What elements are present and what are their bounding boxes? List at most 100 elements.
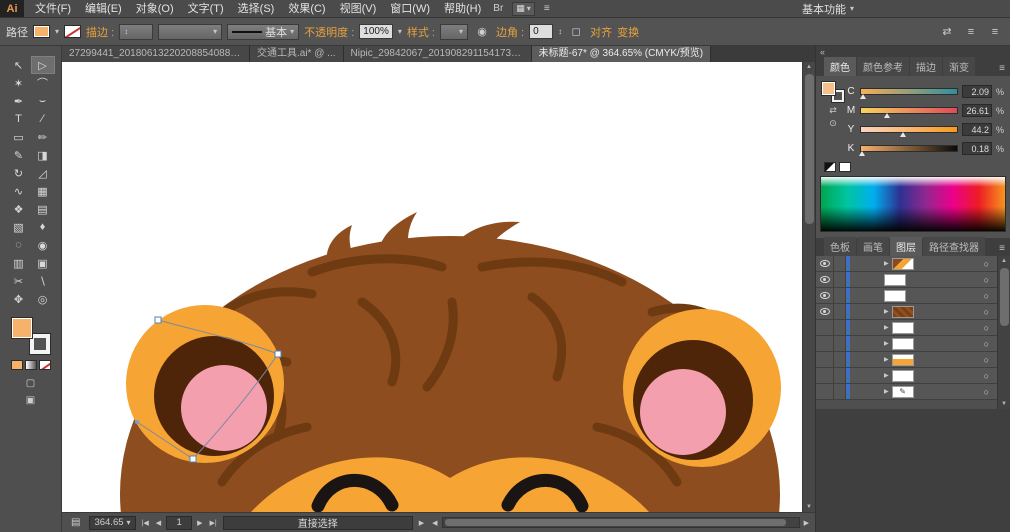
expand-arrow-icon[interactable]: ▶ bbox=[884, 324, 889, 331]
panel-menu-icon[interactable]: ≡ bbox=[986, 24, 1004, 40]
caret-down-icon[interactable]: ▾ bbox=[398, 27, 402, 36]
layer-thumbnail[interactable] bbox=[884, 290, 906, 302]
lion-illustration[interactable] bbox=[120, 212, 781, 512]
layers-scroll-thumb[interactable] bbox=[1000, 268, 1009, 326]
menu-item[interactable]: 视图(V) bbox=[333, 0, 384, 18]
slider-thumb[interactable] bbox=[860, 94, 866, 99]
color-button[interactable] bbox=[11, 360, 23, 370]
artboard-tool[interactable]: ▣ bbox=[31, 254, 55, 272]
target-circle-icon[interactable]: ○ bbox=[984, 339, 989, 349]
fill-swatch[interactable] bbox=[12, 318, 32, 338]
zoom-menu-icon[interactable]: ≡ bbox=[539, 3, 555, 14]
corner-type-icon[interactable]: ◻ bbox=[567, 24, 585, 40]
slider-value-M[interactable]: 26.61 bbox=[962, 104, 992, 117]
document-tab[interactable]: 交通工具.ai* @ ... bbox=[250, 46, 344, 62]
expand-arrow-icon[interactable]: ▶ bbox=[884, 308, 889, 315]
corner-radius-field[interactable]: 0 bbox=[529, 24, 553, 39]
layer-row[interactable]: ▶○ bbox=[816, 368, 997, 384]
color-spectrum[interactable] bbox=[820, 176, 1006, 232]
layer-row[interactable]: ▶○ bbox=[816, 320, 997, 336]
visibility-toggle[interactable] bbox=[816, 304, 834, 319]
fill-swatch[interactable] bbox=[822, 82, 835, 95]
slider-track-C[interactable] bbox=[860, 88, 958, 95]
menu-item[interactable]: 窗口(W) bbox=[383, 0, 437, 18]
status-options-button[interactable]: ▶ bbox=[417, 519, 426, 527]
lock-column[interactable] bbox=[834, 352, 846, 367]
stroke-weight-dropdown[interactable]: ↕ bbox=[119, 24, 153, 40]
stroke-style-dropdown[interactable]: 基本 ▾ bbox=[227, 24, 299, 40]
line-segment-tool[interactable]: ∕ bbox=[31, 110, 55, 128]
visibility-toggle[interactable] bbox=[816, 256, 834, 271]
panel-tab[interactable]: 渐变 bbox=[943, 57, 975, 76]
isolate-icon[interactable]: ⇄ bbox=[938, 24, 956, 40]
visibility-toggle[interactable] bbox=[816, 384, 834, 399]
caret-down-icon[interactable]: ▾ bbox=[55, 27, 59, 36]
brush-definition-dropdown[interactable]: ▾ bbox=[158, 24, 222, 40]
rectangle-tool[interactable]: ▭ bbox=[7, 128, 31, 146]
panel-tab[interactable]: 颜色 bbox=[824, 57, 856, 76]
layer-row[interactable]: ▶○ bbox=[816, 304, 997, 320]
visibility-toggle[interactable] bbox=[816, 272, 834, 287]
layer-thumbnail[interactable] bbox=[892, 258, 914, 270]
lock-column[interactable] bbox=[834, 304, 846, 319]
layer-thumbnail[interactable] bbox=[884, 274, 906, 286]
slider-value-Y[interactable]: 44.2 bbox=[962, 123, 992, 136]
target-circle-icon[interactable]: ○ bbox=[984, 275, 989, 285]
last-artboard-button[interactable]: ▶| bbox=[208, 519, 219, 527]
lock-column[interactable] bbox=[834, 368, 846, 383]
lock-column[interactable] bbox=[834, 288, 846, 303]
layer-row[interactable]: ▶○ bbox=[816, 336, 997, 352]
expand-arrow-icon[interactable]: ▶ bbox=[884, 260, 889, 267]
panel-tab[interactable]: 色板 bbox=[824, 237, 856, 256]
visibility-toggle[interactable] bbox=[816, 336, 834, 351]
scale-tool[interactable]: ◿ bbox=[31, 164, 55, 182]
panel-tab[interactable]: 画笔 bbox=[857, 237, 889, 256]
lock-column[interactable] bbox=[834, 272, 846, 287]
direct-selection-tool[interactable]: ▷ bbox=[31, 56, 55, 74]
layer-thumbnail[interactable] bbox=[892, 354, 914, 366]
gradient-tool[interactable]: ▧ bbox=[7, 218, 31, 236]
target-circle-icon[interactable]: ○ bbox=[984, 323, 989, 333]
fill-stroke-indicator[interactable] bbox=[12, 318, 50, 354]
arrange-documents-dropdown[interactable]: ▦ ▾ bbox=[512, 2, 535, 16]
black-white-swatch[interactable] bbox=[824, 162, 836, 172]
layer-thumbnail[interactable] bbox=[892, 338, 914, 350]
style-dropdown[interactable]: ▾ bbox=[440, 24, 468, 40]
vertical-scrollbar[interactable]: ▲ ▼ bbox=[802, 62, 815, 512]
horizontal-scroll-thumb[interactable] bbox=[445, 519, 787, 526]
scroll-left-button[interactable]: ◀ bbox=[430, 519, 439, 527]
selection-tool[interactable]: ↖ bbox=[7, 56, 31, 74]
layer-thumbnail[interactable] bbox=[892, 306, 914, 318]
target-circle-icon[interactable]: ○ bbox=[984, 387, 989, 397]
anchor-point[interactable] bbox=[155, 317, 161, 323]
fill-stroke-indicator-small[interactable] bbox=[822, 82, 844, 102]
hand-tool[interactable]: ✥ bbox=[7, 290, 31, 308]
next-artboard-button[interactable]: ▶ bbox=[195, 519, 204, 527]
anchor-point[interactable] bbox=[190, 456, 196, 462]
rotate-tool[interactable]: ↻ bbox=[7, 164, 31, 182]
first-artboard-button[interactable]: |◀ bbox=[140, 519, 151, 527]
corner-label[interactable]: 边角 : bbox=[496, 24, 524, 40]
canvas[interactable]: ▲ ▼ bbox=[62, 62, 815, 512]
transform-link[interactable]: 变换 bbox=[617, 24, 639, 40]
layer-thumbnail[interactable] bbox=[892, 322, 914, 334]
target-circle-icon[interactable]: ○ bbox=[984, 291, 989, 301]
type-tool[interactable]: T bbox=[7, 110, 31, 128]
layer-row[interactable]: ○ bbox=[816, 288, 997, 304]
stroke-color-swatch[interactable] bbox=[64, 25, 81, 38]
layer-thumbnail[interactable] bbox=[892, 370, 914, 382]
pencil-tool[interactable]: ✎ bbox=[7, 146, 31, 164]
lock-column[interactable] bbox=[834, 256, 846, 271]
blend-tool[interactable]: ◌ bbox=[7, 236, 31, 254]
scroll-up-icon[interactable]: ▲ bbox=[806, 62, 812, 72]
slider-value-K[interactable]: 0.18 bbox=[962, 142, 992, 155]
menu-item[interactable]: 文件(F) bbox=[28, 0, 78, 18]
layer-row[interactable]: ○ bbox=[816, 272, 997, 288]
column-graph-tool[interactable]: ▥ bbox=[7, 254, 31, 272]
bridge-icon[interactable]: Br bbox=[488, 3, 508, 14]
curvature-tool[interactable]: ⌣ bbox=[31, 92, 55, 110]
lock-column[interactable] bbox=[834, 320, 846, 335]
scroll-down-icon[interactable]: ▼ bbox=[806, 502, 812, 512]
stroke-label[interactable]: 描边 : bbox=[86, 24, 114, 40]
zoom-tool[interactable]: ◎ bbox=[31, 290, 55, 308]
